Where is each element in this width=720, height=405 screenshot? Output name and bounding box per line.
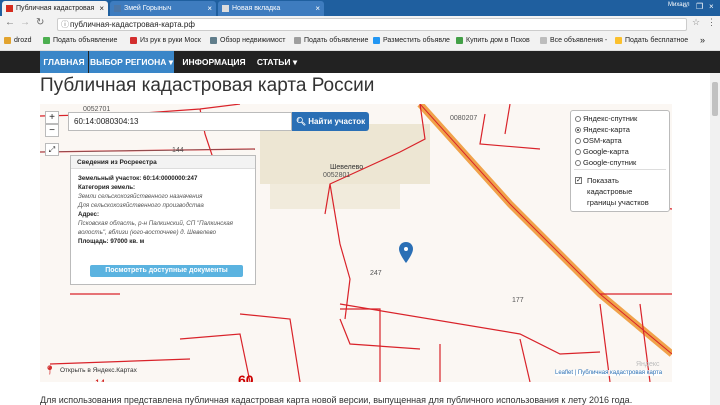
- radio-osm[interactable]: [575, 138, 581, 144]
- russia-flag-icon: [6, 5, 13, 12]
- bookmark-item[interactable]: Все объявления -: [540, 36, 607, 46]
- reload-icon[interactable]: ↻: [36, 17, 44, 28]
- url-field[interactable]: ⓘ публичная-кадастровая-карта.рф: [57, 18, 687, 31]
- radio-yandex-satellite[interactable]: [575, 116, 581, 122]
- parcel-number: 247: [370, 270, 382, 277]
- chevron-down-icon: ▾: [168, 57, 174, 67]
- address-line: волость", вблизи (юго-восточнее) д. Шеве…: [78, 229, 217, 236]
- village-label: Шевелево: [330, 164, 364, 171]
- zoom-out-button[interactable]: −: [45, 124, 59, 137]
- address-line: Псковская область, р-н Палкинский, СП "П…: [78, 220, 233, 227]
- scrollbar-thumb[interactable]: [712, 82, 718, 116]
- yandex-pin-icon: 📍︎: [44, 365, 56, 375]
- village-area-2: [270, 184, 400, 209]
- tab-title: Публичная кадастровая: [16, 5, 95, 12]
- fullscreen-icon[interactable]: ⤢: [45, 143, 59, 156]
- open-in-yandex-link[interactable]: Открыть в Яндекс.Картах: [60, 367, 137, 374]
- chevron-down-icon: ▾: [292, 57, 298, 67]
- search-icon: 🔍︎: [295, 117, 306, 126]
- vk-icon: [114, 5, 121, 12]
- page-title: Публичная кадастровая карта России: [40, 75, 375, 96]
- parcel-id: Земельный участок: 60:14:0000000:247: [78, 175, 198, 182]
- search-parcel-button[interactable]: 🔍︎ Найти участок: [292, 112, 369, 131]
- show-boundaries-checkbox[interactable]: ✓: [575, 177, 582, 184]
- tab-cadastral[interactable]: Публичная кадастровая ×: [2, 1, 108, 16]
- checkbox-label: кадастровые: [587, 187, 633, 196]
- url-text: публичная-кадастровая-карта.рф: [70, 20, 195, 29]
- bookmark-item[interactable]: Из рук в руки Моск: [130, 36, 201, 46]
- map-attribution[interactable]: Leaflet | Публичная кадастровая карта: [555, 370, 663, 376]
- nav-info[interactable]: ИНФОРМАЦИЯ: [175, 51, 253, 73]
- close-tab-icon[interactable]: ×: [315, 1, 320, 16]
- page-scrollbar[interactable]: [710, 73, 720, 405]
- layer-divider: [574, 169, 666, 170]
- parcel-number: 177: [512, 297, 524, 304]
- back-icon[interactable]: ←: [5, 17, 15, 28]
- popup-header: Сведения из Росреестра: [71, 156, 255, 169]
- close-tab-icon[interactable]: ×: [99, 1, 104, 16]
- bookmark-item[interactable]: Подать объявление: [43, 36, 117, 46]
- layer-label[interactable]: Яндекс-карта: [583, 125, 630, 134]
- layer-label[interactable]: Google-карта: [583, 147, 629, 156]
- category-label: Категория земель:: [78, 184, 136, 191]
- nav-region-select[interactable]: ВЫБОР РЕГИОНА ▾: [89, 51, 174, 73]
- nav-articles[interactable]: СТАТЬИ ▾: [253, 51, 301, 73]
- view-documents-button[interactable]: Посмотреть доступные документы: [90, 265, 243, 277]
- bookmark-item[interactable]: Купить дом в Псков: [456, 36, 530, 46]
- radio-google-satellite[interactable]: [575, 160, 581, 166]
- tab-title: Новая вкладка: [232, 5, 281, 12]
- checkbox-label: границы участков: [587, 198, 649, 207]
- bookmark-item[interactable]: Подать объявление: [294, 36, 368, 46]
- zoom-in-button[interactable]: +: [45, 111, 59, 124]
- more-bookmarks-icon[interactable]: »: [700, 35, 705, 45]
- menu-icon[interactable]: ⋮: [707, 17, 716, 28]
- category-usage: Для сельскохозяйственного производства: [78, 202, 204, 209]
- parcel-area: Площадь: 97000 кв. м: [78, 238, 145, 245]
- parcel-number: 144: [172, 147, 184, 154]
- yandex-logo: Яндекс: [636, 361, 660, 368]
- parcel-search-input[interactable]: 60:14:0080304:13: [68, 112, 292, 131]
- village-cadastral-code: 0052801: [323, 172, 351, 179]
- layer-label[interactable]: Яндекс-спутник: [583, 114, 637, 123]
- location-marker-icon: [399, 242, 413, 263]
- star-icon[interactable]: ☆: [692, 17, 700, 28]
- cadastral-code: 0080207: [450, 115, 478, 122]
- info-icon: ⓘ: [61, 20, 69, 29]
- bookmark-item[interactable]: Разместить объявле: [373, 36, 450, 46]
- nav-home[interactable]: ГЛАВНАЯ: [40, 51, 88, 73]
- minimize-icon[interactable]: –: [683, 1, 687, 13]
- intro-paragraph: Для использования представлена публичная…: [40, 395, 633, 405]
- radio-google-map[interactable]: [575, 149, 581, 155]
- category-value: Земли сельскохозяйственного назначения: [78, 193, 203, 200]
- tab-title: Змей Горыныч: [124, 5, 172, 12]
- bookmark-item[interactable]: Обзор недвижимост: [210, 36, 286, 46]
- maximize-icon[interactable]: ❐: [696, 1, 703, 13]
- layer-label[interactable]: OSM-карта: [583, 136, 622, 145]
- tab-new[interactable]: Новая вкладка ×: [218, 1, 324, 16]
- radio-yandex-map[interactable]: [575, 127, 581, 133]
- address-label: Адрес:: [78, 211, 100, 218]
- layer-label[interactable]: Google-спутник: [583, 158, 636, 167]
- browser-titlebar: [0, 0, 720, 16]
- bookmark-item[interactable]: drozd: [4, 36, 32, 46]
- page-icon: [222, 5, 229, 12]
- bookmark-item[interactable]: Подать бесплатное: [615, 36, 688, 46]
- close-window-icon[interactable]: ×: [709, 1, 714, 13]
- field-line: [40, 148, 256, 153]
- forward-icon[interactable]: →: [20, 17, 30, 28]
- tab-zmey[interactable]: Змей Горыныч ×: [110, 1, 216, 16]
- checkbox-label: Показать: [587, 176, 619, 185]
- close-tab-icon[interactable]: ×: [207, 1, 212, 16]
